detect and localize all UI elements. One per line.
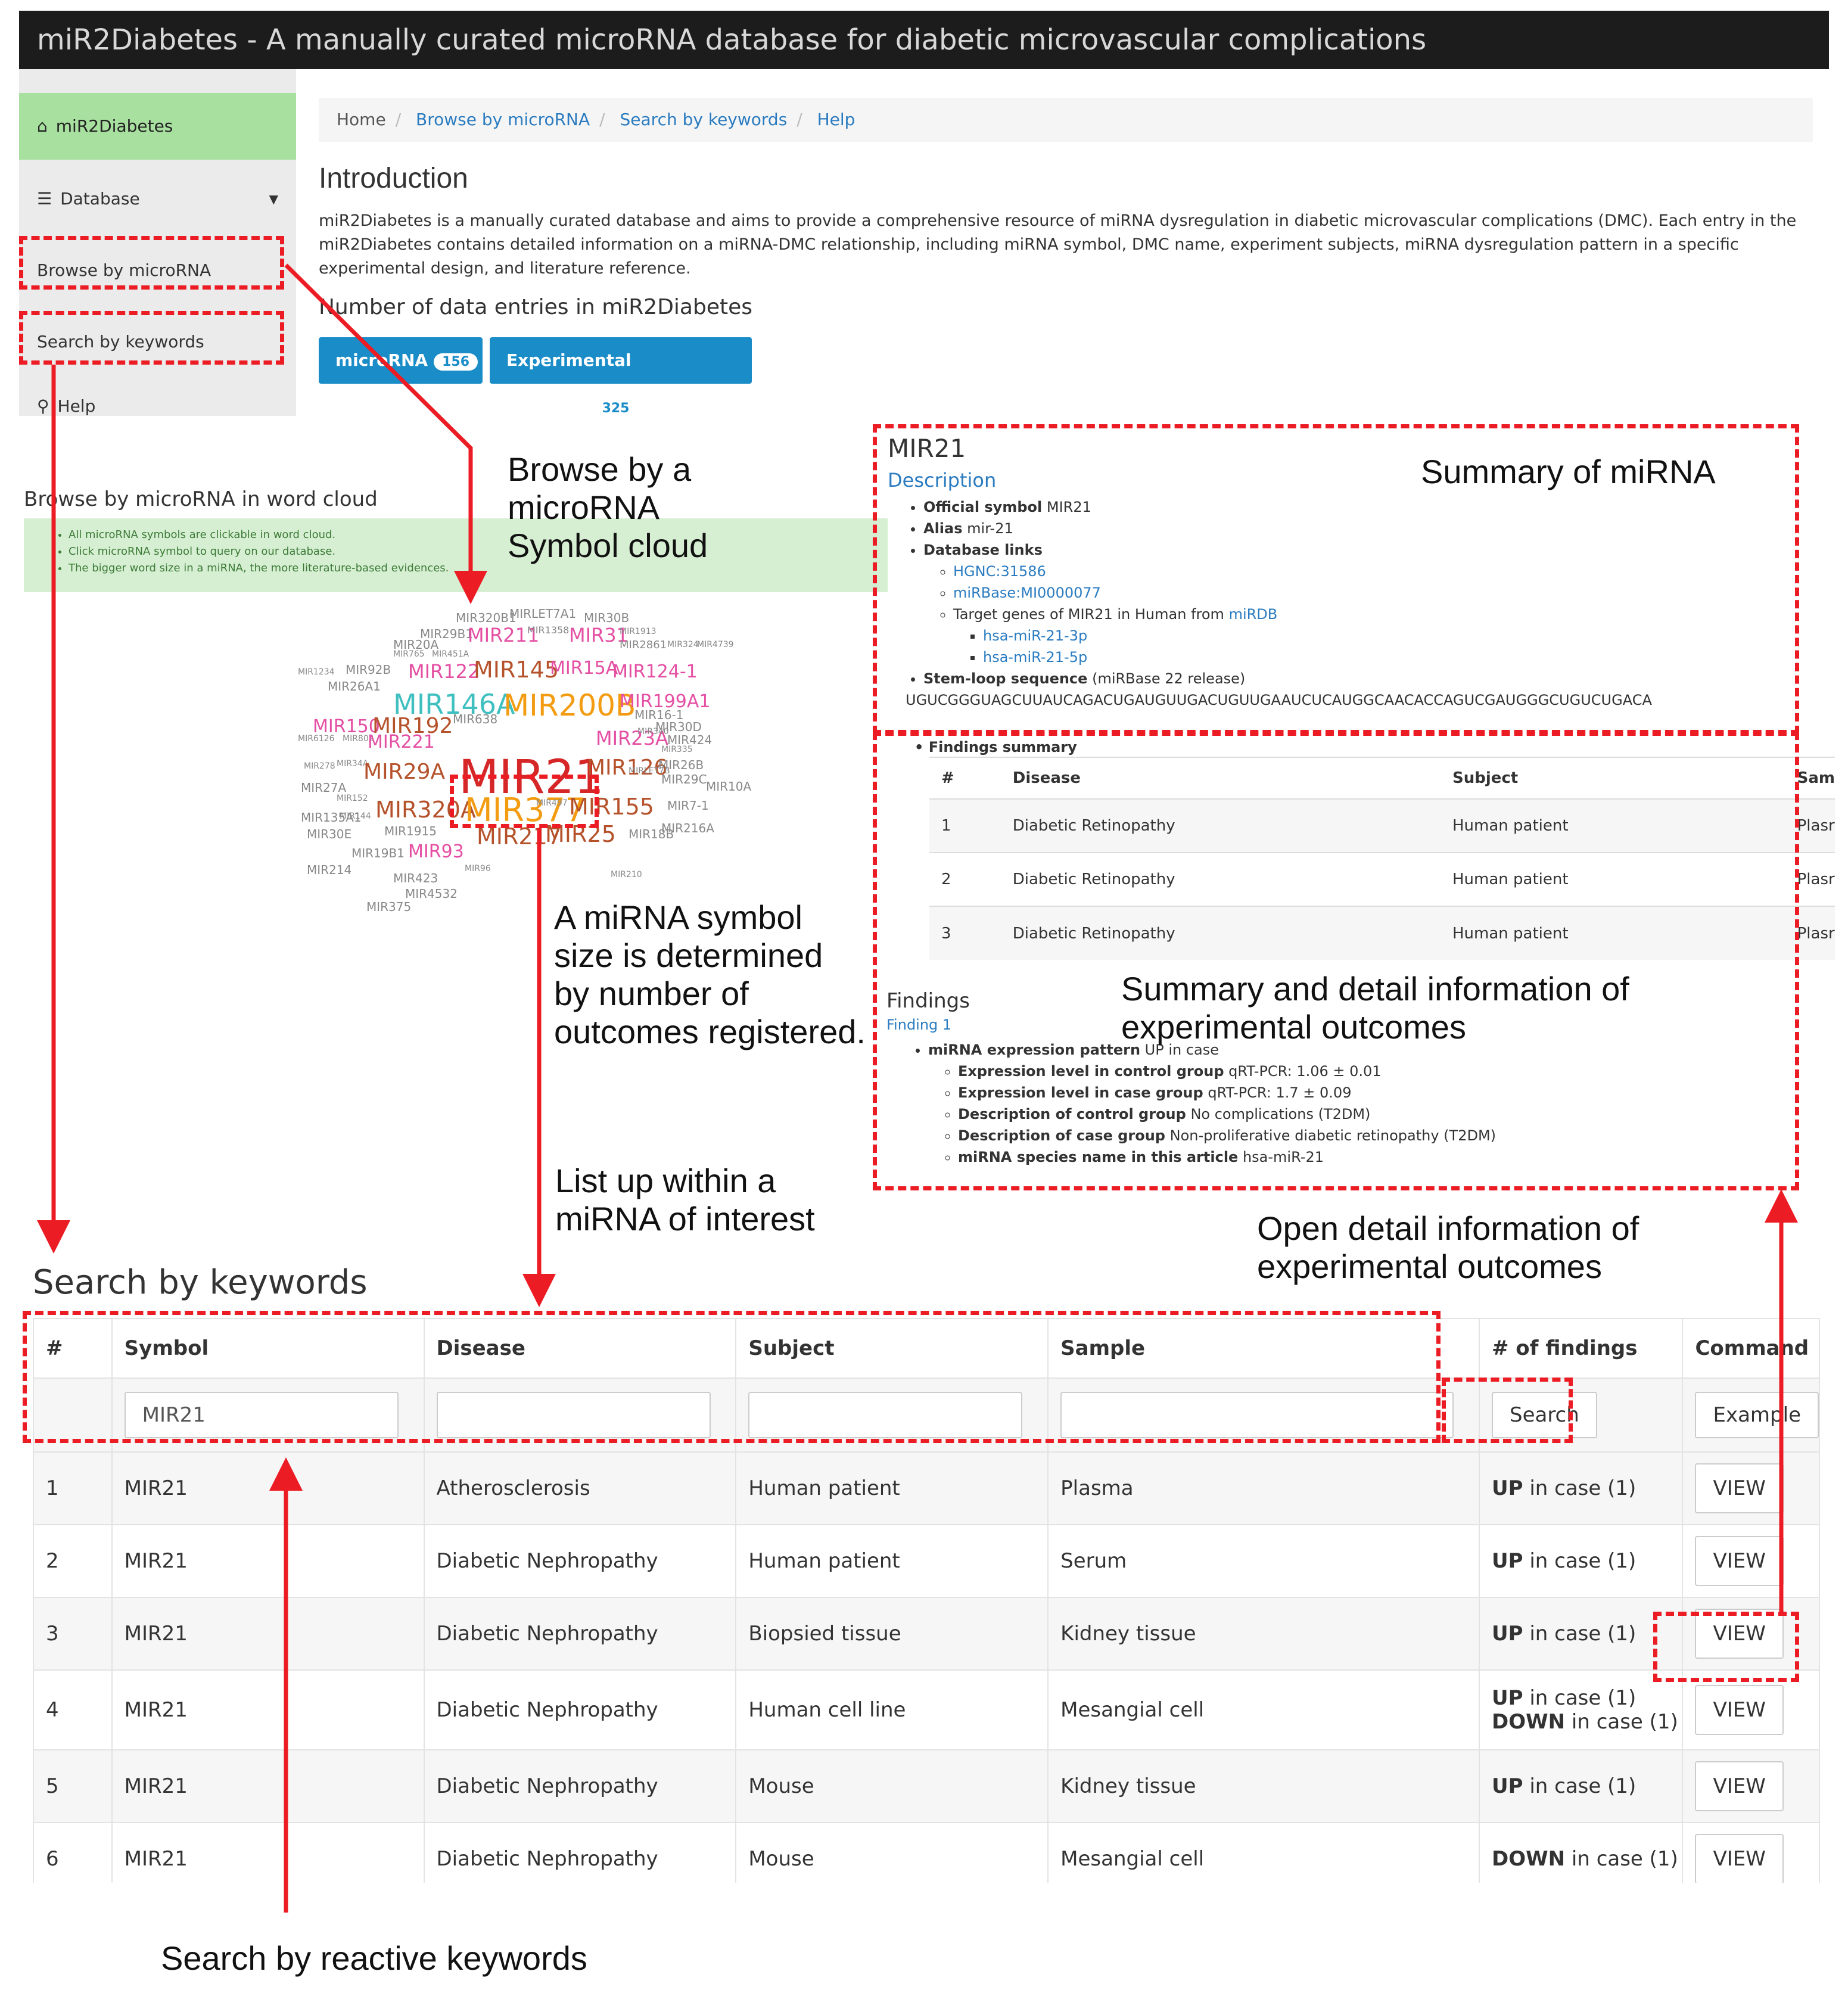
annotation-symbol-size: A miRNA symbol size is determined by num… (554, 898, 866, 1051)
annotation-reactive: Search by reactive keywords (161, 1939, 587, 1977)
annotation-list-up: List up within a miRNA of interest (555, 1162, 815, 1237)
annotation-browse-cloud: Browse by a microRNA Symbol cloud (508, 450, 708, 564)
annotation-open-detail: Open detail information of experimental … (1257, 1209, 1639, 1285)
annotation-summary-detail: Summary and detail information of experi… (1121, 970, 1629, 1046)
annotation-summary-mirna: Summary of miRNA (1421, 453, 1716, 490)
